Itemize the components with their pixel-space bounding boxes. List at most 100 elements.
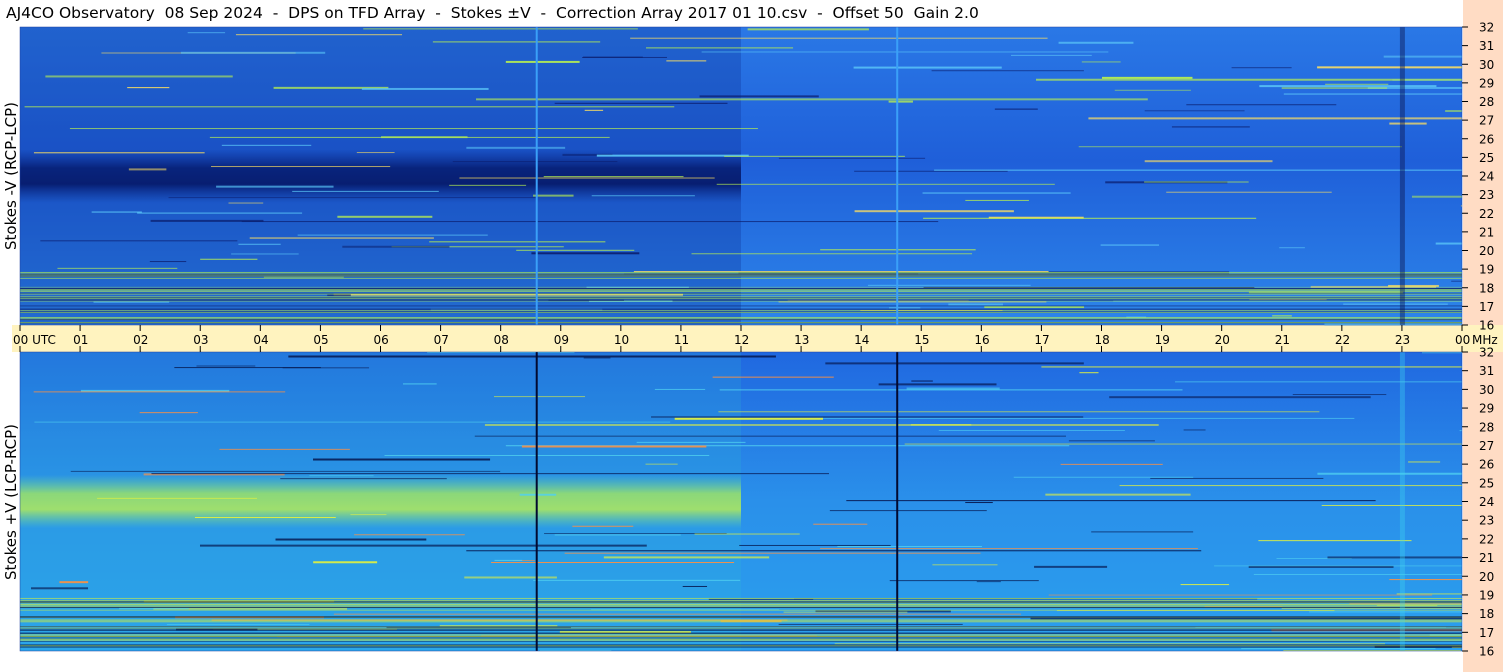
interference-streak bbox=[356, 152, 395, 154]
interference-streak bbox=[93, 301, 170, 303]
low-frequency-band bbox=[20, 292, 1462, 294]
low-frequency-band bbox=[20, 620, 1462, 622]
interference-streak bbox=[149, 261, 187, 263]
utc-tick-label: 06 bbox=[374, 333, 389, 347]
interference-streak bbox=[1100, 244, 1160, 246]
interference-streak bbox=[904, 443, 1462, 445]
low-frequency-band bbox=[20, 311, 1462, 313]
interference-streak bbox=[633, 271, 1049, 273]
interference-streak bbox=[583, 357, 611, 359]
utc-tick-label: 14 bbox=[854, 333, 869, 347]
interference-streak bbox=[1166, 191, 1332, 193]
interference-streak bbox=[1036, 78, 1462, 81]
low-frequency-band bbox=[20, 300, 1462, 302]
interference-streak bbox=[313, 458, 491, 461]
interference-streak bbox=[219, 448, 350, 450]
interference-streak bbox=[1150, 477, 1324, 479]
interference-streak bbox=[654, 388, 706, 390]
interference-streak bbox=[666, 60, 707, 62]
interference-streak bbox=[1079, 372, 1099, 374]
interference-streak bbox=[33, 391, 286, 393]
interference-streak bbox=[45, 75, 233, 78]
interference-streak bbox=[1175, 381, 1462, 383]
interference-streak bbox=[636, 441, 746, 443]
interference-streak bbox=[533, 579, 741, 581]
interference-streak bbox=[139, 412, 198, 414]
interference-streak bbox=[778, 623, 963, 625]
interference-streak bbox=[474, 435, 1066, 437]
low-frequency-band bbox=[20, 609, 1462, 611]
low-frequency-band bbox=[20, 296, 1462, 298]
interference-streak bbox=[564, 552, 981, 554]
interference-streak bbox=[69, 128, 758, 130]
interference-streak bbox=[466, 146, 566, 149]
interference-streak bbox=[137, 212, 303, 214]
interference-streak bbox=[361, 87, 489, 90]
utc-tick-label: 03 bbox=[193, 333, 208, 347]
interference-streak bbox=[965, 199, 1029, 201]
interference-streak bbox=[231, 253, 299, 255]
utc-tick-label: 15 bbox=[914, 333, 929, 347]
interference-streak bbox=[354, 534, 465, 536]
spectrogram-chart: 00 UTC 01 02 03 04 05 06 07 08 09 10 11 12 13 14 15 16 17… bbox=[13, 21, 1498, 659]
interference-streak bbox=[965, 502, 993, 504]
interference-streak bbox=[1396, 593, 1462, 595]
interference-streak bbox=[1321, 504, 1462, 506]
mhz-tick-label: 24 bbox=[1479, 170, 1494, 184]
interference-streak bbox=[1389, 122, 1427, 125]
interference-streak bbox=[238, 243, 281, 245]
interference-streak bbox=[1451, 280, 1462, 282]
interference-streak bbox=[1214, 565, 1462, 567]
mhz-tick-label: 19 bbox=[1479, 588, 1494, 602]
utc-tick-label: 00 bbox=[1455, 333, 1470, 347]
interference-streak bbox=[701, 51, 1109, 53]
interference-streak bbox=[484, 423, 1159, 426]
interference-streak bbox=[211, 166, 391, 168]
low-frequency-band bbox=[20, 619, 1462, 621]
interference-streak bbox=[1013, 476, 1194, 478]
mhz-tick-label: 17 bbox=[1479, 300, 1494, 314]
daytime-region bbox=[20, 27, 741, 325]
interference-streak bbox=[1445, 110, 1462, 113]
interference-streak bbox=[168, 197, 537, 199]
interference-streak bbox=[97, 497, 258, 499]
interference-streak bbox=[379, 182, 453, 184]
interference-streak bbox=[1411, 195, 1462, 198]
interference-streak bbox=[906, 387, 1000, 390]
interference-streak bbox=[241, 221, 939, 223]
low-frequency-band bbox=[20, 640, 1462, 642]
interference-streak bbox=[59, 581, 89, 584]
interference-streak bbox=[194, 516, 336, 518]
interference-streak bbox=[1119, 485, 1462, 487]
interference-streak bbox=[288, 355, 776, 358]
interference-streak bbox=[476, 98, 1148, 101]
utc-tick-label: 08 bbox=[494, 333, 509, 347]
interference-streak bbox=[33, 152, 205, 154]
interference-streak bbox=[1253, 573, 1462, 575]
interference-streak bbox=[1259, 85, 1437, 88]
mhz-tick-label: 16 bbox=[1479, 645, 1494, 659]
interference-streak bbox=[1144, 110, 1245, 112]
interference-streak bbox=[543, 176, 684, 178]
dark-column bbox=[1399, 27, 1405, 325]
interference-streak bbox=[922, 192, 1071, 194]
interference-streak bbox=[429, 241, 606, 243]
low-frequency-band bbox=[20, 273, 1462, 275]
mhz-tick-label: 23 bbox=[1479, 514, 1494, 528]
mhz-tick-label: 18 bbox=[1479, 607, 1494, 621]
bright-column bbox=[1399, 352, 1405, 651]
mhz-tick-label: 22 bbox=[1479, 207, 1494, 221]
interference-streak bbox=[554, 102, 728, 104]
interference-streak bbox=[1292, 394, 1387, 396]
top-panel-ylabel: Stokes -V (RCP-LCP) bbox=[1, 102, 20, 250]
interference-streak bbox=[1171, 126, 1250, 128]
interference-streak bbox=[402, 383, 437, 385]
mhz-tick-label: 16 bbox=[1479, 319, 1494, 333]
interference-streak bbox=[432, 41, 601, 43]
interference-streak bbox=[910, 424, 972, 426]
low-frequency-band bbox=[20, 271, 1462, 273]
low-frequency-band bbox=[20, 639, 1462, 641]
interference-streak bbox=[646, 47, 794, 49]
interference-streak bbox=[716, 183, 1055, 185]
interference-streak bbox=[1045, 493, 1191, 496]
